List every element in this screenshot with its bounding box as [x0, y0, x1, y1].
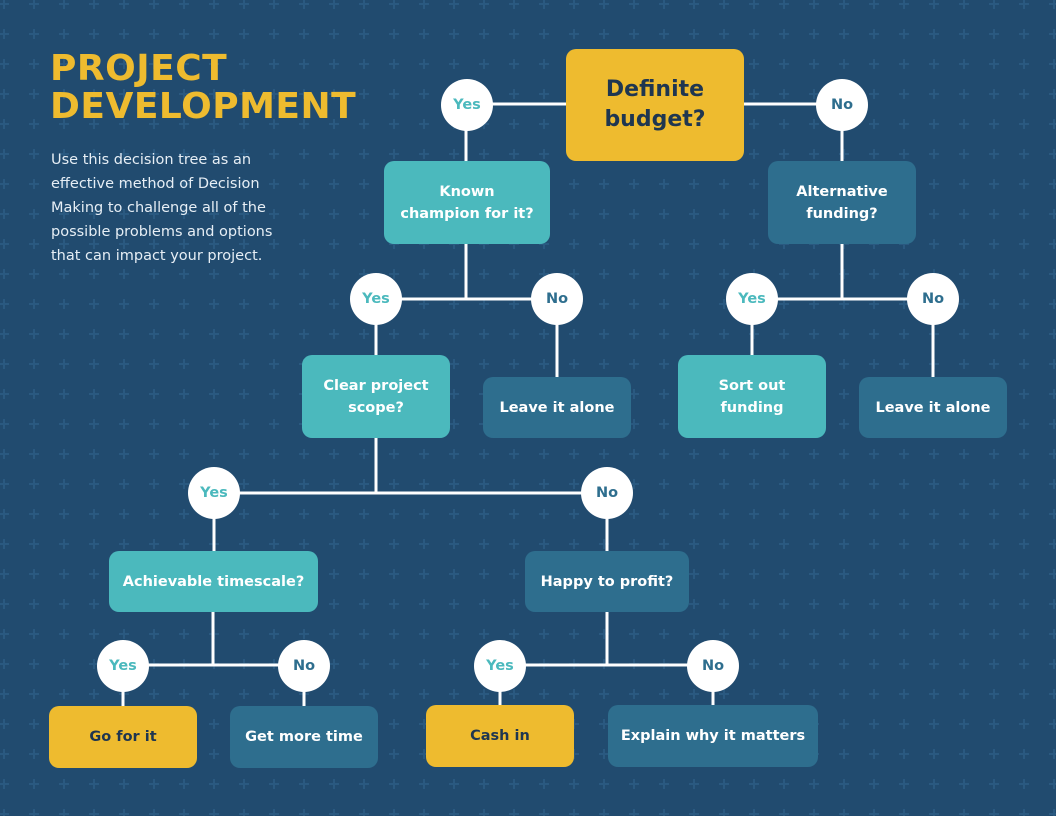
node-definite-budget: Definite budget?: [566, 49, 744, 161]
yes-badge: Yes: [474, 640, 526, 692]
node-text: funding: [720, 399, 784, 416]
node-known-champion: Known champion for it?: [384, 161, 550, 244]
node-text: scope?: [348, 399, 404, 416]
node-explain-why-it-matters: Explain why it matters: [608, 705, 818, 767]
node-text: Definite: [605, 77, 705, 102]
no-badge: No: [687, 640, 739, 692]
yes-badge: Yes: [350, 273, 402, 325]
node-go-for-it: Go for it: [49, 706, 197, 768]
node-text: Go for it: [89, 729, 157, 745]
node-text: Get more time: [245, 729, 363, 745]
node-text: Achievable timescale?: [122, 573, 305, 590]
no-badge: No: [907, 273, 959, 325]
node-clear-project-scope: Clear project scope?: [302, 355, 450, 438]
yes-badge: Yes: [188, 467, 240, 519]
node-sort-out-funding: Sort out funding: [678, 355, 826, 438]
node-text: Clear project: [323, 377, 429, 394]
node-text: Happy to profit?: [540, 573, 674, 590]
no-badge: No: [531, 273, 583, 325]
yes-badge: Yes: [726, 273, 778, 325]
node-text: Alternative: [796, 183, 888, 200]
node-achievable-timescale: Achievable timescale?: [109, 551, 318, 612]
yes-badge: Yes: [441, 79, 493, 131]
node-leave-it-alone: Leave it alone: [859, 377, 1007, 438]
no-badge: No: [581, 467, 633, 519]
node-text: champion for it?: [400, 205, 534, 222]
node-text: Sort out: [718, 377, 786, 394]
node-text: funding?: [806, 205, 878, 222]
node-leave-it-alone: Leave it alone: [483, 377, 631, 438]
node-happy-to-profit: Happy to profit?: [525, 551, 689, 612]
node-text: Leave it alone: [875, 399, 991, 416]
node-text: Explain why it matters: [620, 728, 806, 744]
node-text: budget?: [604, 107, 706, 132]
node-alternative-funding: Alternative funding?: [768, 161, 916, 244]
yes-badge: Yes: [97, 640, 149, 692]
no-badge: No: [816, 79, 868, 131]
no-badge: No: [278, 640, 330, 692]
node-text: Known: [439, 183, 495, 200]
node-text: Cash in: [470, 728, 530, 744]
node-get-more-time: Get more time: [230, 706, 378, 768]
node-cash-in: Cash in: [426, 705, 574, 767]
node-text: Leave it alone: [499, 399, 615, 416]
